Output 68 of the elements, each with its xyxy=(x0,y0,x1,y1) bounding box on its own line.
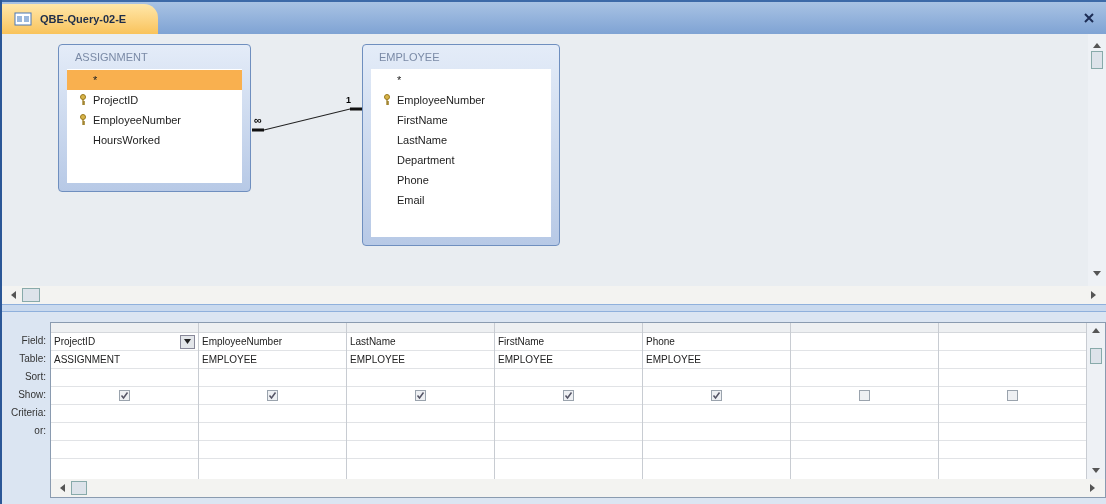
table-title: EMPLOYEE xyxy=(378,50,441,65)
scroll-right-icon[interactable] xyxy=(1090,291,1098,299)
field-item[interactable]: Phone xyxy=(371,170,551,190)
column-selector[interactable] xyxy=(495,323,642,333)
column-selector[interactable] xyxy=(791,323,938,333)
table-cell[interactable]: EMPLOYEE xyxy=(498,352,554,367)
scroll-down-icon[interactable] xyxy=(1093,270,1101,278)
one-label: 1 xyxy=(346,96,351,105)
field-item[interactable]: EmployeeNumber xyxy=(371,90,551,110)
query-tab[interactable]: QBE-Query-02-E xyxy=(2,4,159,34)
row-label: or: xyxy=(34,424,46,438)
show-checkbox[interactable] xyxy=(415,390,426,401)
field-item[interactable]: * xyxy=(67,70,242,90)
row-label: Show: xyxy=(18,388,46,402)
scroll-thumb[interactable] xyxy=(22,288,40,302)
scroll-down-icon[interactable] xyxy=(1092,467,1100,475)
row-label: Table: xyxy=(19,352,46,366)
field-cell[interactable]: ProjectID xyxy=(51,333,198,351)
scroll-thumb[interactable] xyxy=(1090,348,1102,364)
field-item[interactable]: Email xyxy=(371,190,551,210)
field-item[interactable]: LastName xyxy=(371,130,551,150)
field-item[interactable]: * xyxy=(371,70,551,90)
caret-icon xyxy=(184,339,191,344)
column-selector[interactable] xyxy=(347,323,494,333)
scroll-right-icon[interactable] xyxy=(1089,484,1097,492)
tab-title: QBE-Query-02-E xyxy=(40,11,127,27)
row-label: Criteria: xyxy=(11,406,46,420)
scroll-thumb[interactable] xyxy=(1091,51,1103,69)
show-checkbox[interactable] xyxy=(267,390,278,401)
vertical-scrollbar[interactable] xyxy=(1088,34,1106,286)
column-selector[interactable] xyxy=(939,323,1086,333)
table-title: ASSIGNMENT xyxy=(74,50,149,65)
field-cell[interactable]: LastName xyxy=(347,333,494,351)
table-cell[interactable]: EMPLOYEE xyxy=(646,352,702,367)
row-label: Sort: xyxy=(24,370,46,384)
dropdown-button[interactable] xyxy=(180,334,195,349)
scroll-thumb[interactable] xyxy=(71,481,87,495)
field-item[interactable]: FirstName xyxy=(371,110,551,130)
row-label: Field: xyxy=(21,334,46,348)
show-checkbox[interactable] xyxy=(563,390,574,401)
table-cell[interactable]: EMPLOYEE xyxy=(202,352,258,367)
show-checkbox[interactable] xyxy=(711,390,722,401)
horizontal-scrollbar[interactable] xyxy=(2,286,1106,304)
show-checkbox[interactable] xyxy=(859,390,870,401)
show-checkbox[interactable] xyxy=(119,390,130,401)
field-cell[interactable]: EmployeeNumber xyxy=(199,333,346,351)
show-checkbox[interactable] xyxy=(1007,390,1018,401)
horizontal-scrollbar[interactable] xyxy=(51,479,1105,497)
field-cell[interactable]: Phone xyxy=(643,333,790,351)
scroll-left-icon[interactable] xyxy=(59,484,67,492)
field-cell[interactable]: FirstName xyxy=(495,333,642,351)
table-cell[interactable]: EMPLOYEE xyxy=(350,352,406,367)
field-item[interactable]: Department xyxy=(371,150,551,170)
table-cell[interactable]: ASSIGNMENT xyxy=(54,352,121,367)
scroll-left-icon[interactable] xyxy=(10,291,18,299)
table-window[interactable]: EMPLOYEE * EmployeeNumber FirstName LastName Department Phone Email xyxy=(362,44,560,246)
scroll-up-icon[interactable] xyxy=(1092,327,1100,335)
table-window[interactable]: ASSIGNMENT * ProjectID EmployeeNumber HoursWorked xyxy=(58,44,251,192)
field-item[interactable]: ProjectID xyxy=(67,90,242,110)
close-icon[interactable] xyxy=(1084,13,1094,23)
vertical-scrollbar[interactable] xyxy=(1087,323,1105,479)
query-icon xyxy=(14,12,32,26)
field-item[interactable]: HoursWorked xyxy=(67,130,242,150)
field-item[interactable]: EmployeeNumber xyxy=(67,110,242,130)
column-selector[interactable] xyxy=(643,323,790,333)
relationship-line[interactable] xyxy=(250,107,364,132)
many-label: ∞ xyxy=(254,115,262,126)
splitter-bar[interactable] xyxy=(2,304,1106,312)
